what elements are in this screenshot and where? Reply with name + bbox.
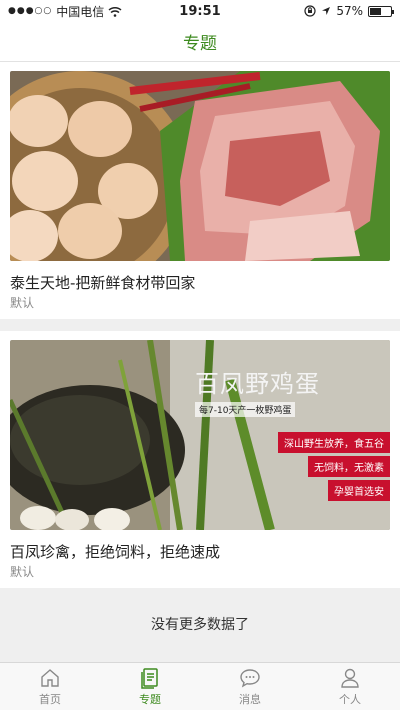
topic-tag: 默认 [10,565,35,579]
person-icon [341,668,359,688]
rotation-lock-icon [304,5,316,17]
tab-messages[interactable]: 消息 [200,663,300,710]
status-bar: ●●●○○ 中国电信 19:51 57% [0,0,400,22]
fresh-food-illustration [10,71,390,261]
status-left: ●●●○○ 中国电信 [8,3,122,20]
badge-infant: 孕婴首选安 [328,480,390,501]
signal-strength-icon: ●●●○○ [8,6,53,16]
subline-text: 每7-10天产一枚野鸡蛋 [195,402,296,417]
wifi-icon [108,6,122,17]
topic-list[interactable]: 泰生天地-把新鲜食材带回家 默认 百凤野鸡蛋 每7-10天产一枚野鸡蛋 深山野生… [0,62,400,662]
page-title: 专题 [183,34,217,54]
tab-topics-label: 专题 [139,692,161,706]
location-arrow-icon [322,7,331,15]
battery-icon [368,5,394,17]
topic-document-icon [141,667,158,689]
tab-home-label: 首页 [39,692,61,706]
battery-fill [370,7,382,15]
carrier-name: 中国电信 [56,4,105,19]
tab-messages-label: 消息 [239,692,261,706]
topic-tag: 默认 [10,296,35,310]
topic-image-pheasant-eggs[interactable]: 百凤野鸡蛋 每7-10天产一枚野鸡蛋 深山野生放养，食五谷 无饲料，无激素 孕婴… [10,340,390,530]
tab-topics[interactable]: 专题 [100,663,200,710]
message-bubble-icon [240,668,260,687]
topic-card[interactable]: 百凤野鸡蛋 每7-10天产一枚野鸡蛋 深山野生放养，食五谷 无饲料，无激素 孕婴… [0,331,400,588]
badge-wild: 深山野生放养，食五谷 [278,432,390,453]
topic-title[interactable]: 百凤珍禽，拒绝饲料，拒绝速成 [10,542,390,562]
badge-no-feed: 无饲料，无激素 [308,456,390,477]
headline-text: 百凤野鸡蛋 [195,370,320,398]
tab-profile-label: 个人 [339,692,361,706]
nav-bar: 专题 [0,22,400,62]
bottom-tab-bar: 首页 专题 消息 个人 [0,662,400,710]
topic-card[interactable]: 泰生天地-把新鲜食材带回家 默认 [0,62,400,319]
battery-percent: 57% [336,4,363,18]
tab-profile[interactable]: 个人 [300,663,400,710]
topic-image-fresh-food[interactable] [10,71,390,261]
tab-home[interactable]: 首页 [0,663,100,710]
topic-title[interactable]: 泰生天地-把新鲜食材带回家 [10,273,390,293]
status-right: 57% [304,4,394,18]
home-icon [41,668,59,687]
no-more-data-message: 没有更多数据了 [151,617,249,633]
